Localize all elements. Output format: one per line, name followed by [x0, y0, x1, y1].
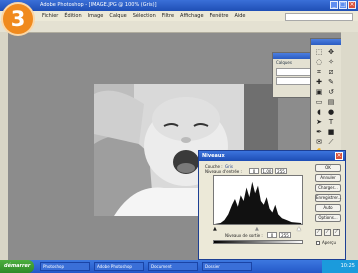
menu-item[interactable]: Filtre	[162, 13, 174, 19]
eyedropper-tool-icon[interactable]: ⟋	[327, 138, 335, 146]
menu-item[interactable]: Édition	[64, 13, 81, 19]
move-tool-icon[interactable]: ✥	[327, 48, 335, 56]
tools-palette-header	[311, 39, 341, 45]
levels-dialog: Niveaux × Couche : Gris Niveaux d'entrée…	[198, 150, 346, 260]
close-button[interactable]: ×	[348, 1, 356, 9]
brush-tool-icon[interactable]: ✎	[327, 78, 335, 86]
taskbar-item[interactable]: Adobe Photoshop	[94, 262, 144, 271]
menu-item[interactable]: Image	[88, 13, 104, 19]
app-title-bar: Adobe Photoshop - [IMAGE.JPG @ 100% (Gri…	[0, 0, 358, 11]
layers-tab[interactable]: Calques	[276, 60, 292, 65]
output-black-field[interactable]: 0	[267, 232, 277, 238]
left-toolbar-strip	[0, 32, 8, 260]
black-point-slider[interactable]: ▲	[213, 226, 217, 232]
options-button[interactable]: Options...	[315, 214, 341, 222]
type-tool-icon[interactable]: T	[327, 118, 335, 126]
input-black-field[interactable]: 0	[249, 168, 259, 174]
input-white-field[interactable]: 255	[275, 168, 287, 174]
menu-item[interactable]: Affichage	[180, 13, 204, 19]
taskbar-item[interactable]: Dossier	[202, 262, 252, 271]
shape-tool-icon[interactable]: ■	[327, 128, 335, 136]
levels-dialog-title: Niveaux	[202, 153, 225, 159]
ok-button[interactable]: OK	[315, 164, 341, 172]
history-brush-icon[interactable]: ↺	[327, 88, 335, 96]
save-button[interactable]: Enregistrer...	[315, 194, 342, 202]
menu-item[interactable]: Fichier	[42, 13, 58, 19]
preview-label: Aperçu	[322, 240, 337, 245]
lasso-tool-icon[interactable]: ◌	[315, 58, 323, 66]
menu-item[interactable]: Aide	[234, 13, 245, 19]
input-levels-label: Niveaux d'entrée :	[205, 169, 242, 174]
dodge-tool-icon[interactable]: ●	[327, 108, 335, 116]
menu-item[interactable]: Sélection	[133, 13, 156, 19]
load-button[interactable]: Charger...	[315, 184, 341, 192]
window-controls: _ □ ×	[330, 1, 356, 9]
palette-well	[285, 13, 353, 21]
levels-dialog-header: Niveaux ×	[199, 151, 345, 161]
preview-checkbox[interactable]	[316, 241, 320, 245]
taskbar-item[interactable]: Document	[148, 262, 198, 271]
path-select-icon[interactable]: ➤	[315, 118, 323, 126]
gamma-slider[interactable]: ▲	[255, 226, 259, 232]
gradient-tool-icon[interactable]: ▤	[327, 98, 335, 106]
marquee-tool-icon[interactable]: ⬚	[315, 48, 323, 56]
output-levels-label: Niveaux de sortie :	[225, 233, 263, 238]
blur-tool-icon[interactable]: ◖	[315, 108, 323, 116]
options-bar	[0, 21, 358, 33]
pen-tool-icon[interactable]: ✒	[315, 128, 323, 136]
black-eyedropper-icon[interactable]: ⟋	[315, 229, 322, 236]
crop-tool-icon[interactable]: ⌗	[315, 68, 323, 76]
white-point-slider[interactable]: ▲	[297, 226, 301, 232]
desktop-screen: Adobe Photoshop - [IMAGE.JPG @ 100% (Gri…	[0, 0, 358, 273]
healing-brush-icon[interactable]: ✚	[315, 78, 323, 86]
layer-row[interactable]	[276, 68, 312, 76]
window-title: Adobe Photoshop - [IMAGE.JPG @ 100% (Gri…	[40, 2, 157, 8]
slice-tool-icon[interactable]: ⧄	[327, 68, 335, 76]
gray-eyedropper-icon[interactable]: ⟋	[324, 229, 331, 236]
input-gamma-field[interactable]: 1,00	[261, 168, 273, 174]
output-gradient-bar	[213, 240, 303, 244]
magic-wand-tool-icon[interactable]: ✧	[327, 58, 335, 66]
levels-histogram	[213, 175, 303, 225]
dialog-close-button[interactable]: ×	[335, 152, 343, 160]
windows-taskbar: démarrer Photoshop Adobe Photoshop Docum…	[0, 260, 358, 273]
eraser-tool-icon[interactable]: ▭	[315, 98, 323, 106]
stamp-tool-icon[interactable]: ▣	[315, 88, 323, 96]
notes-tool-icon[interactable]: ✉	[315, 138, 323, 146]
cancel-button[interactable]: Annuler	[315, 174, 341, 182]
start-button[interactable]: démarrer	[0, 260, 34, 273]
minimize-button[interactable]: _	[330, 1, 338, 9]
layers-palette-header	[273, 53, 315, 59]
system-tray-clock: 10:25	[322, 260, 358, 273]
white-eyedropper-icon[interactable]: ⟋	[333, 229, 340, 236]
menu-items: Fichier Édition Image Calque Sélection Filtre…	[42, 13, 246, 19]
menu-item[interactable]: Fenêtre	[210, 13, 229, 19]
step-number-badge: 3	[1, 2, 35, 36]
menu-item[interactable]: Calque	[109, 13, 126, 19]
maximize-button[interactable]: □	[339, 1, 347, 9]
output-white-field[interactable]: 255	[279, 232, 291, 238]
taskbar-item[interactable]: Photoshop	[40, 262, 90, 271]
auto-button[interactable]: Auto	[315, 204, 341, 212]
layer-row[interactable]	[276, 77, 312, 85]
